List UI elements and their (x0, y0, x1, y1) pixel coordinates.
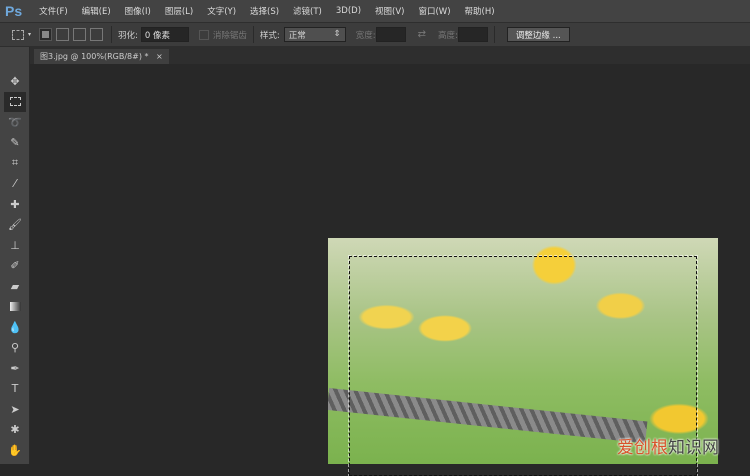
eraser-tool-icon[interactable]: ▰ (0, 276, 30, 297)
menu-3d[interactable]: 3D(D) (329, 6, 368, 16)
menu-layer[interactable]: 图层(L) (158, 5, 200, 17)
type-tool-icon[interactable]: T (0, 379, 30, 400)
document-tab-bar: 图3.jpg @ 100%(RGB/8#) * × (30, 47, 750, 64)
menu-window[interactable]: 窗口(W) (411, 5, 457, 17)
watermark: 爱创根知识网 (617, 433, 719, 458)
blur-tool-icon[interactable]: 💧 (0, 317, 30, 338)
menu-view[interactable]: 视图(V) (368, 5, 411, 17)
swap-icon[interactable]: ⇄ (418, 29, 426, 40)
feather-label: 羽化: (118, 30, 138, 41)
shape-tool-icon[interactable]: ✱ (0, 420, 30, 441)
menu-bar: Ps 文件(F) 编辑(E) 图像(I) 图层(L) 文字(Y) 选择(S) 滤… (0, 0, 750, 22)
menu-image[interactable]: 图像(I) (118, 5, 158, 17)
document-title: 图3.jpg @ 100%(RGB/8#) * (40, 52, 149, 61)
menu-help[interactable]: 帮助(H) (458, 5, 502, 17)
path-selection-tool-icon[interactable]: ➤ (0, 399, 30, 420)
menu-filter[interactable]: 滤镜(T) (286, 5, 329, 17)
antialias-checkbox[interactable] (198, 29, 209, 40)
eyedropper-tool-icon[interactable]: ⁄ (0, 174, 30, 195)
watermark-part1: 爱创根 (617, 438, 668, 458)
history-brush-tool-icon[interactable]: ✐ (0, 256, 30, 277)
refine-edge-button[interactable]: 调整边缘 ... (506, 27, 570, 42)
width-label: 宽度: (355, 30, 376, 41)
crop-tool-icon[interactable]: ⌗ (0, 153, 30, 174)
style-label: 样式: (259, 30, 280, 41)
gradient-tool-icon[interactable] (0, 297, 30, 318)
height-input[interactable] (457, 27, 488, 42)
close-icon[interactable]: × (156, 52, 163, 61)
divider (493, 26, 495, 43)
hand-tool-icon[interactable]: ✋ (0, 440, 30, 461)
menu-type[interactable]: 文字(Y) (200, 5, 243, 17)
photoshop-logo: Ps (5, 3, 23, 19)
tools-panel: ✥ ➰ ✎ ⌗ ⁄ ✚ 🖌 ⊥ ✐ ▰ 💧 ⚲ ✒ T ➤ ✱ ✋ (0, 47, 30, 464)
new-selection-button[interactable] (39, 28, 53, 41)
intersect-selection-button[interactable] (90, 28, 104, 41)
divider (111, 26, 113, 43)
height-label: 高度: (438, 30, 458, 41)
feather-input[interactable]: 0 像素 (140, 27, 189, 42)
pen-tool-icon[interactable]: ✒ (0, 358, 30, 379)
document-tab[interactable]: 图3.jpg @ 100%(RGB/8#) * × (34, 49, 169, 64)
menu-file[interactable]: 文件(F) (32, 5, 75, 17)
menu-edit[interactable]: 编辑(E) (75, 5, 118, 17)
menu-select[interactable]: 选择(S) (243, 5, 286, 17)
options-bar: ▾ 羽化: 0 像素 消除锯齿 样式: 正常 ⇕ 宽度: ⇄ 高度: 调整边缘 .… (0, 22, 750, 47)
antialias-label: 消除锯齿 (212, 30, 247, 41)
watermark-part2: 知识网 (668, 438, 719, 458)
width-input[interactable] (375, 27, 406, 42)
brush-tool-icon[interactable]: 🖌 (0, 215, 30, 236)
subtract-selection-button[interactable] (73, 28, 87, 41)
updown-icon: ⇕ (333, 29, 341, 39)
dodge-tool-icon[interactable]: ⚲ (0, 338, 30, 359)
lasso-tool-icon[interactable]: ➰ (0, 112, 30, 133)
spot-healing-tool-icon[interactable]: ✚ (0, 194, 30, 215)
quick-selection-tool-icon[interactable]: ✎ (0, 133, 30, 154)
move-tool-icon[interactable]: ✥ (0, 71, 30, 92)
style-value: 正常 (288, 31, 306, 41)
clone-stamp-tool-icon[interactable]: ⊥ (0, 235, 30, 256)
style-select[interactable]: 正常 ⇕ (283, 27, 346, 42)
divider (252, 26, 254, 43)
chevron-down-icon[interactable]: ▾ (28, 31, 31, 38)
add-to-selection-button[interactable] (56, 28, 70, 41)
rectangular-marquee-tool-icon[interactable] (4, 91, 26, 112)
marquee-preset-icon[interactable] (12, 29, 24, 40)
